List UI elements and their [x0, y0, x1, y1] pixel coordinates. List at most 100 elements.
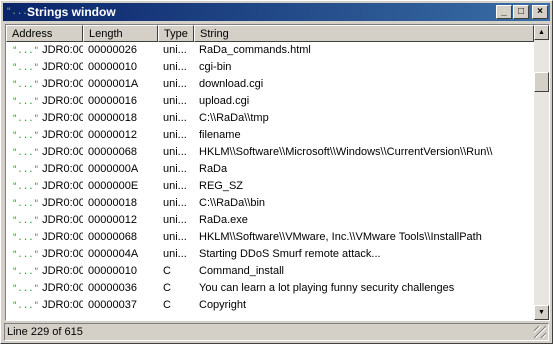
- table-row[interactable]: "..."JDR0:00... 0000004A uni... Starting DD…: [6, 246, 534, 263]
- cell-address: "..."JDR0:00...: [12, 110, 83, 128]
- column-string[interactable]: String: [194, 25, 534, 42]
- cell-string: REG_SZ: [199, 180, 244, 192]
- string-icon: "...": [12, 46, 40, 56]
- address-text: JDR0:00...: [42, 44, 83, 56]
- cell-string: Copyright: [199, 299, 247, 311]
- table-row[interactable]: "..."JDR0:00... 0000001A uni... download.cg…: [6, 76, 534, 93]
- address-text: JDR0:00...: [42, 299, 83, 311]
- table-row[interactable]: "..."JDR0:00... 00000012 uni... filename: [6, 127, 534, 144]
- cell-length: 0000004A: [88, 248, 139, 260]
- cell-length: 00000026: [88, 44, 137, 56]
- cell-string: RaDa: [199, 163, 228, 175]
- cell-type: uni...: [163, 78, 187, 90]
- table-row[interactable]: "..."JDR0:00... 00000068 uni... HKLM\\Softw…: [6, 144, 534, 161]
- string-icon: "...": [12, 301, 40, 311]
- cell-type: uni...: [163, 146, 187, 158]
- cell-type: uni...: [163, 44, 187, 56]
- cell-string: C:\\RaDa\\tmp: [199, 112, 269, 124]
- cell-length: 00000036: [88, 282, 137, 294]
- cell-type: uni...: [163, 197, 187, 209]
- title-bar[interactable]: "..." Strings window _ □ ×: [3, 3, 550, 21]
- address-text: JDR0:00...: [42, 146, 83, 158]
- cell-length: 0000000E: [88, 180, 139, 192]
- address-text: JDR0:00...: [42, 197, 83, 209]
- cell-string: cgi-bin: [199, 61, 232, 73]
- cell-string: RaDa.exe: [199, 214, 248, 226]
- cell-length: 00000016: [88, 95, 137, 107]
- cell-string: Command_install: [199, 265, 284, 277]
- cell-length: 0000000A: [88, 163, 139, 175]
- string-icon: "...": [12, 114, 40, 124]
- column-header: Address Length Type String: [6, 25, 534, 42]
- strings-list[interactable]: Address Length Type String "..."JDR0:00.…: [5, 24, 550, 321]
- strings-icon: "...": [6, 7, 34, 17]
- minimize-button[interactable]: _: [496, 5, 512, 19]
- scroll-thumb[interactable]: [534, 72, 549, 92]
- vertical-scrollbar[interactable]: ▲ ▼: [534, 25, 549, 320]
- column-address[interactable]: Address: [6, 25, 83, 42]
- status-bar: Line 229 of 615: [4, 323, 549, 341]
- address-text: JDR0:00...: [42, 282, 83, 294]
- cell-address: "..."JDR0:00...: [12, 161, 83, 179]
- string-icon: "...": [12, 165, 40, 175]
- cell-length: 00000012: [88, 214, 137, 226]
- resize-grip[interactable]: [534, 326, 546, 338]
- cell-type: C: [163, 299, 171, 311]
- cell-string: HKLM\\Software\\Microsoft\\Windows\\Curr…: [199, 146, 493, 158]
- cell-address: "..."JDR0:00...: [12, 280, 83, 298]
- cell-address: "..."JDR0:00...: [12, 263, 83, 281]
- scroll-down-button[interactable]: ▼: [534, 305, 549, 320]
- cell-length: 00000068: [88, 231, 137, 243]
- status-text: Line 229 of 615: [7, 326, 83, 338]
- table-row[interactable]: "..."JDR0:00... 00000018 uni... C:\\RaDa\\b…: [6, 195, 534, 212]
- table-row[interactable]: "..."JDR0:00... 00000068 uni... HKLM\\Softw…: [6, 229, 534, 246]
- maximize-button[interactable]: □: [513, 5, 529, 19]
- table-row[interactable]: "..."JDR0:00... 0000000A uni... RaDa: [6, 161, 534, 178]
- cell-type: uni...: [163, 214, 187, 226]
- close-button[interactable]: ×: [532, 5, 548, 19]
- cell-address: "..."JDR0:00...: [12, 59, 83, 77]
- table-row[interactable]: "..."JDR0:00... 00000012 uni... RaDa.exe: [6, 212, 534, 229]
- table-row[interactable]: "..."JDR0:00... 00000036 C You can learn a …: [6, 280, 534, 297]
- address-text: JDR0:00...: [42, 265, 83, 277]
- cell-length: 00000018: [88, 112, 137, 124]
- cell-address: "..."JDR0:00...: [12, 144, 83, 162]
- cell-type: uni...: [163, 95, 187, 107]
- string-icon: "...": [12, 216, 40, 226]
- address-text: JDR0:00...: [42, 78, 83, 90]
- table-row[interactable]: "..."JDR0:00... 00000010 uni... cgi-bin: [6, 59, 534, 76]
- cell-type: uni...: [163, 61, 187, 73]
- cell-address: "..."JDR0:00...: [12, 195, 83, 213]
- string-icon: "...": [12, 267, 40, 277]
- cell-address: "..."JDR0:00...: [12, 127, 83, 145]
- address-text: JDR0:00...: [42, 163, 83, 175]
- string-icon: "...": [12, 250, 40, 260]
- scroll-up-button[interactable]: ▲: [534, 25, 549, 40]
- column-length[interactable]: Length: [83, 25, 158, 42]
- cell-type: C: [163, 265, 171, 277]
- address-text: JDR0:00...: [42, 61, 83, 73]
- cell-length: 00000018: [88, 197, 137, 209]
- table-row[interactable]: "..."JDR0:00... 00000026 uni... RaDa_comman…: [6, 42, 534, 59]
- cell-address: "..."JDR0:00...: [12, 246, 83, 264]
- strings-window: "..." Strings window _ □ × Address Lengt…: [0, 0, 553, 344]
- cell-string: Starting DDoS Smurf remote attack...: [199, 248, 381, 260]
- cell-string: You can learn a lot playing funny securi…: [199, 282, 455, 294]
- cell-string: HKLM\\Software\\VMware, Inc.\\VMware Too…: [199, 231, 482, 243]
- string-icon: "...": [12, 199, 40, 209]
- window-title: Strings window: [27, 5, 116, 19]
- table-row[interactable]: "..."JDR0:00... 00000037 C Copyright: [6, 297, 534, 314]
- table-row[interactable]: "..."JDR0:00... 00000016 uni... upload.cgi: [6, 93, 534, 110]
- cell-length: 00000010: [88, 61, 137, 73]
- table-row[interactable]: "..."JDR0:00... 00000018 uni... C:\\RaDa\\t…: [6, 110, 534, 127]
- column-type[interactable]: Type: [158, 25, 194, 42]
- cell-type: uni...: [163, 248, 187, 260]
- table-row[interactable]: "..."JDR0:00... 0000000E uni... REG_SZ: [6, 178, 534, 195]
- string-icon: "...": [12, 233, 40, 243]
- cell-length: 0000001A: [88, 78, 139, 90]
- cell-type: uni...: [163, 163, 187, 175]
- cell-length: 00000068: [88, 146, 137, 158]
- table-row[interactable]: "..."JDR0:00... 00000010 C Command_install: [6, 263, 534, 280]
- string-icon: "...": [12, 97, 40, 107]
- rows-container: "..."JDR0:00...00000026uni...RaDa_comman…: [6, 42, 534, 320]
